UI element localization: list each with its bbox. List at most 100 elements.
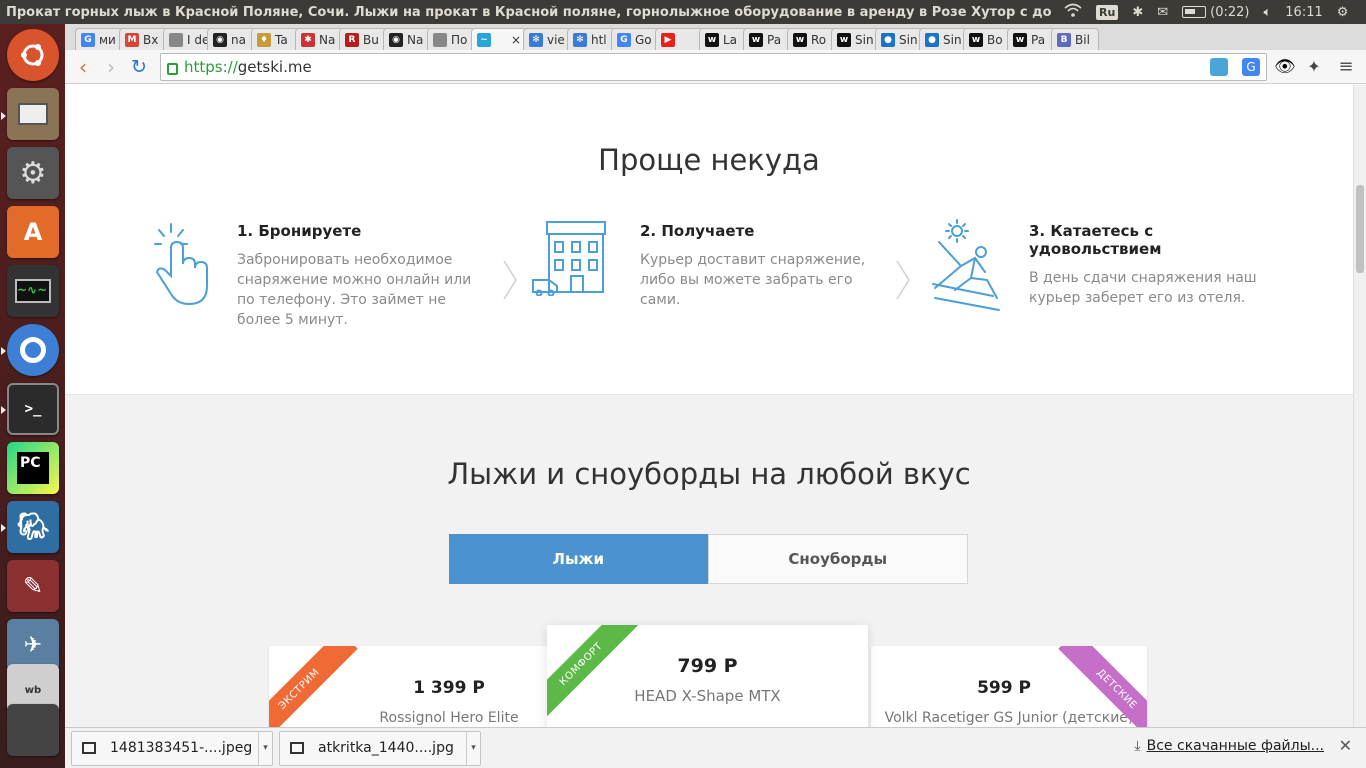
- tab-snowboards[interactable]: Сноуборды: [707, 534, 968, 584]
- browser-tab[interactable]: ✻ vie: [523, 28, 571, 50]
- download-filename: 1481383451-....jpeg: [110, 740, 253, 756]
- w-icon: w: [705, 32, 719, 47]
- tab-label: Sin: [855, 32, 874, 47]
- browser-tab[interactable]: B Bil: [1051, 28, 1099, 50]
- menu-icon[interactable]: ≡: [1337, 58, 1355, 76]
- browser-tab[interactable]: ♦ Ta: [251, 28, 299, 50]
- browser-tab[interactable]: ▶: [655, 28, 703, 50]
- w-icon: w: [969, 32, 983, 47]
- evernote-icon[interactable]: ✦: [1305, 58, 1323, 76]
- tag-icon: ♦: [257, 32, 271, 47]
- system-settings-icon[interactable]: ⚙: [7, 147, 59, 199]
- product-card[interactable]: ДЕТСКИЕ 599 Р Volkl Racetiger GS Junior …: [871, 646, 1147, 727]
- files-icon[interactable]: [7, 88, 59, 140]
- step-title: 3. Катаетесь с удовольствием: [1029, 222, 1162, 258]
- extension-icon[interactable]: [1210, 58, 1228, 76]
- python-icon: ✱: [301, 32, 315, 47]
- tap-hand-icon: [154, 223, 208, 306]
- show-all-downloads-link[interactable]: ⤓ Все скачанные файлы...: [1134, 738, 1324, 754]
- browser-tab[interactable]: R Bu: [339, 28, 387, 50]
- reload-button[interactable]: ↻: [125, 56, 153, 78]
- tab-close-icon[interactable]: ×: [511, 33, 521, 47]
- system-monitor-icon[interactable]: ~∿~: [7, 265, 59, 317]
- product-card[interactable]: ЭКСТРИМ 1 399 Р Rossignol Hero Elite: [269, 646, 569, 727]
- pycharm-icon[interactable]: PC: [7, 442, 59, 494]
- eye-icon[interactable]: 👁︎: [1274, 58, 1296, 76]
- system-top-panel: Прокат горных лыж в Красной Поляне, Сочи…: [0, 0, 1366, 24]
- chromium-icon[interactable]: [7, 324, 59, 376]
- chevron-right-icon: [896, 260, 910, 300]
- youtube-icon: ▶: [661, 32, 675, 47]
- tab-label: I de: [187, 32, 210, 47]
- volume-icon[interactable]: 🔈︎: [1263, 5, 1271, 20]
- download-item[interactable]: atkritka_1440....jpg ▾: [279, 730, 481, 766]
- pgadmin-elephant-icon[interactable]: 🐘︎: [7, 501, 59, 553]
- keyboard-layout-indicator[interactable]: Ru: [1096, 4, 1119, 20]
- tab-skis[interactable]: Лыжи: [449, 534, 708, 584]
- equipment-type-tabs: Лыжи Сноуборды: [449, 534, 968, 584]
- browser-tab[interactable]: ◉ na: [207, 28, 255, 50]
- browser-tab[interactable]: w Pa: [743, 28, 791, 50]
- browser-tab[interactable]: w Bo: [963, 28, 1011, 50]
- clock[interactable]: 16:11: [1285, 5, 1322, 20]
- browser-tab[interactable]: ~ ×: [471, 28, 527, 50]
- tab-label: Go: [635, 32, 652, 47]
- drop-icon: ●: [881, 32, 895, 47]
- unity-launcher: ⚙ A ~∿~ >_ PC 🐘︎ ✎ ✈ wb: [0, 24, 65, 768]
- chevron-right-icon: [503, 260, 517, 300]
- terminal-icon[interactable]: >_: [7, 383, 59, 435]
- tab-label: Вх: [143, 32, 159, 47]
- power-gear-icon[interactable]: ⚙: [1337, 5, 1349, 20]
- browser-tab[interactable]: I de: [163, 28, 211, 50]
- close-icon[interactable]: ✕: [1339, 736, 1352, 755]
- step-card: 3. Катаетесь с удовольствием В день сдач…: [1029, 222, 1289, 308]
- battery-indicator[interactable]: (0:22): [1182, 5, 1249, 20]
- skier-icon: [932, 219, 1000, 311]
- address-bar[interactable]: https:// getski.me ☆: [160, 53, 1267, 81]
- browser-tab[interactable]: ● Sin: [919, 28, 967, 50]
- ubuntu-dash-icon[interactable]: [7, 29, 59, 81]
- gmail-icon: M: [125, 32, 139, 47]
- step-card: 1. Бронируете Забронировать необходимое …: [237, 222, 487, 330]
- paint-icon[interactable]: ✎: [7, 560, 59, 612]
- browser-tab[interactable]: w La: [699, 28, 747, 50]
- tab-label: Bo: [987, 32, 1003, 47]
- product-name: Rossignol Hero Elite: [379, 710, 519, 726]
- wifi-icon[interactable]: [1064, 3, 1082, 21]
- forward-button[interactable]: ›: [97, 55, 125, 79]
- tab-label: Na: [319, 32, 336, 47]
- dr-icon: R: [345, 32, 359, 47]
- browser-tab[interactable]: G Go: [611, 28, 659, 50]
- download-item[interactable]: 1481383451-....jpeg ▾: [71, 730, 273, 766]
- chevron-down-icon[interactable]: ▾: [466, 731, 480, 765]
- hotel-building-icon: [532, 221, 606, 296]
- translate-icon[interactable]: G: [1242, 58, 1260, 76]
- web-page: Проще некуда 1. Бронируете Забронировать…: [65, 85, 1353, 727]
- tab-label: Pa: [1031, 32, 1046, 47]
- browser-tab[interactable]: w Ro: [787, 28, 835, 50]
- url-scheme: https://: [184, 58, 238, 76]
- software-center-icon[interactable]: A: [7, 206, 59, 258]
- browser-tab[interactable]: w Sin: [831, 28, 879, 50]
- back-button[interactable]: ‹: [69, 55, 97, 79]
- launcher-app-icon[interactable]: [7, 704, 59, 756]
- browser-tab[interactable]: ✱ Na: [295, 28, 343, 50]
- browser-tab[interactable]: M Вх: [119, 28, 167, 50]
- browser-tab[interactable]: По: [427, 28, 475, 50]
- gear-icon: ✻: [529, 32, 543, 47]
- browser-tab[interactable]: ◉ Na: [383, 28, 431, 50]
- product-card-featured[interactable]: КОМФОРТ 799 Р HEAD X-Shape MTX: [547, 625, 868, 727]
- browser-tab[interactable]: ✻ htl: [567, 28, 615, 50]
- scrollbar-thumb[interactable]: [1356, 185, 1364, 273]
- browser-tab[interactable]: Gми: [75, 28, 123, 50]
- chevron-down-icon[interactable]: ▾: [258, 731, 272, 765]
- tab-label: ми: [99, 32, 116, 47]
- browser-tab[interactable]: w Pa: [1007, 28, 1055, 50]
- mail-icon[interactable]: ✉: [1157, 5, 1168, 20]
- browser-tab[interactable]: ● Sin: [875, 28, 923, 50]
- step-text: Курьер доставит снаряжение, либо вы може…: [640, 252, 866, 308]
- battery-icon: [1182, 6, 1207, 18]
- bluetooth-icon[interactable]: ✱: [1132, 5, 1143, 20]
- catalog-title: Лыжи и сноуборды на любой вкус: [447, 457, 971, 491]
- page-scrollbar[interactable]: [1353, 85, 1366, 727]
